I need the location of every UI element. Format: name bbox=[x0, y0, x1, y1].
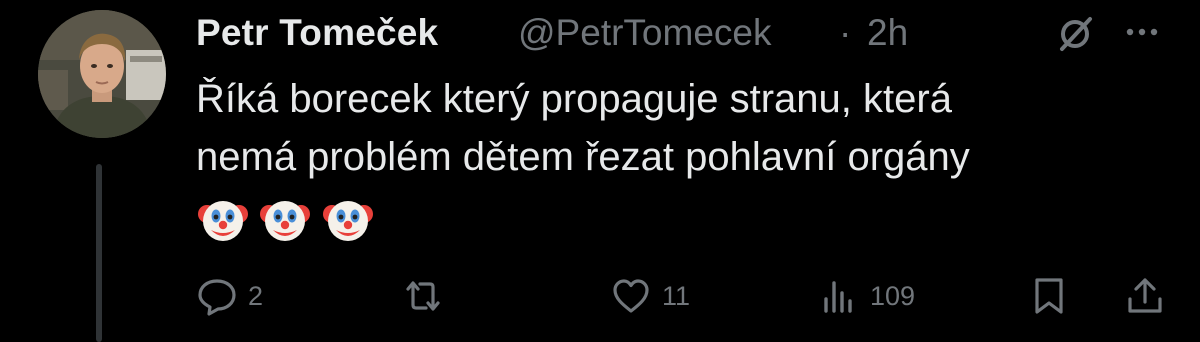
reply-button[interactable]: 2 bbox=[196, 268, 263, 324]
reply-count: 2 bbox=[248, 280, 264, 311]
clown-face-icon bbox=[322, 201, 373, 241]
retweet-icon bbox=[406, 281, 440, 311]
views-icon bbox=[824, 281, 852, 313]
tweet-text-line: nemá problém dětem řezat pohlavní orgány bbox=[196, 135, 970, 179]
retweet-button[interactable] bbox=[402, 268, 454, 324]
clown-face-icon bbox=[260, 201, 311, 241]
like-count: 11 bbox=[662, 280, 691, 311]
tweet-timestamp[interactable]: 2h bbox=[867, 12, 908, 54]
separator-dot: · bbox=[839, 12, 852, 53]
thread-connector-line bbox=[96, 164, 102, 342]
tweet-text: Říká borecek který propaguje stranu, kte… bbox=[196, 70, 1176, 186]
emoji-row bbox=[196, 192, 379, 244]
like-button[interactable]: 11 bbox=[610, 268, 690, 324]
author-handle[interactable]: @PetrTomecek bbox=[518, 12, 771, 54]
author-name[interactable]: Petr Tomeček bbox=[196, 12, 438, 54]
share-button[interactable] bbox=[1124, 268, 1166, 324]
share-icon bbox=[1128, 278, 1162, 313]
like-icon bbox=[613, 279, 649, 313]
views-count: 109 bbox=[870, 280, 916, 311]
avatar-photo bbox=[38, 10, 166, 138]
views-button[interactable]: 109 bbox=[818, 268, 915, 324]
author-avatar[interactable] bbox=[38, 10, 166, 138]
tweet-header: Petr Tomeček @PetrTomecek · 2h bbox=[196, 8, 1200, 60]
clown-face-icon bbox=[198, 201, 248, 241]
tweet-text-line: Říká borecek který propaguje stranu, kte… bbox=[196, 77, 952, 121]
reply-icon bbox=[198, 279, 236, 316]
bookmark-icon bbox=[1035, 278, 1063, 314]
tweet-actions-bar: 2 11 109 bbox=[196, 268, 1176, 324]
more-options-icon[interactable] bbox=[1122, 22, 1162, 42]
bookmark-button[interactable] bbox=[1028, 268, 1070, 324]
grok-icon[interactable] bbox=[1054, 13, 1096, 55]
